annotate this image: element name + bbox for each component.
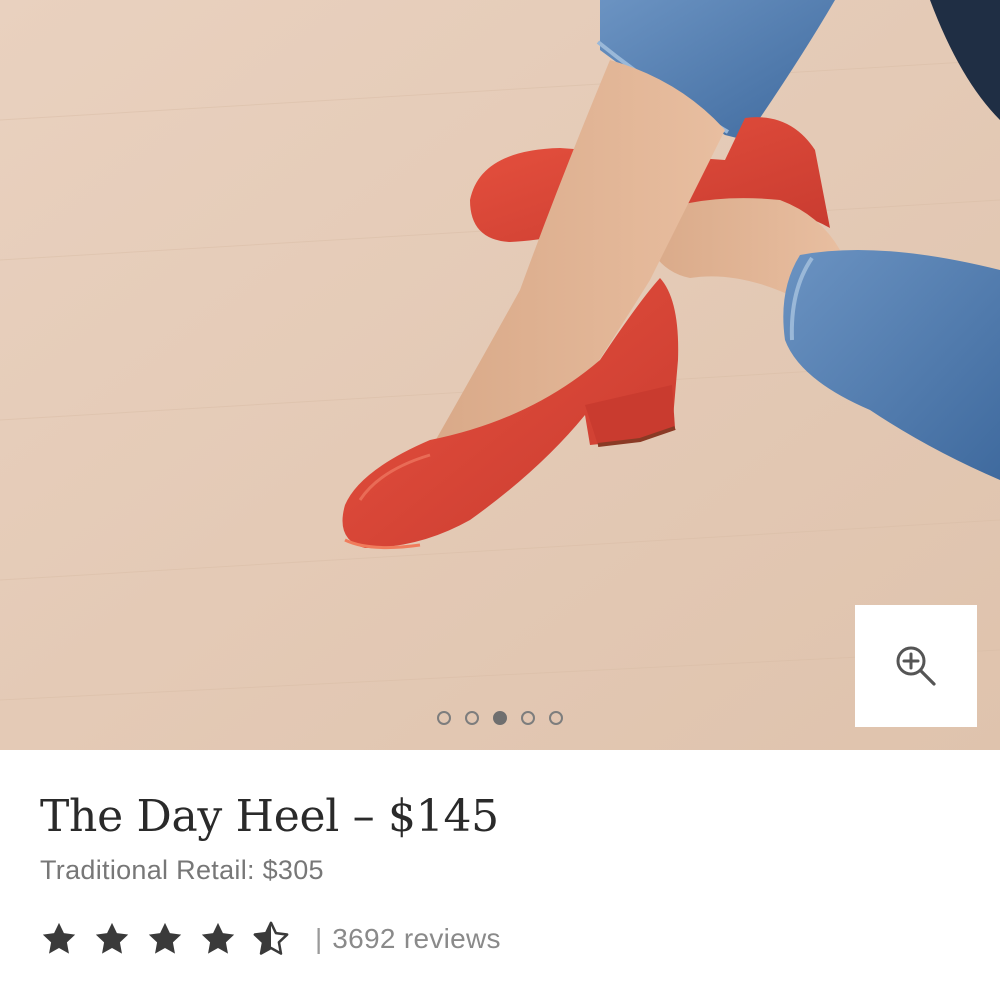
carousel-dot-2[interactable] <box>465 711 479 725</box>
carousel-dot-4[interactable] <box>521 711 535 725</box>
rating-row[interactable]: | 3692 reviews <box>40 918 501 960</box>
star-filled-icon <box>95 922 129 954</box>
carousel-dot-3[interactable] <box>493 711 507 725</box>
carousel-dot-5[interactable] <box>549 711 563 725</box>
zoom-button[interactable] <box>855 605 977 727</box>
zoom-in-icon <box>896 646 936 686</box>
rating-divider: | <box>315 923 323 954</box>
product-title: The Day Heel – $145 <box>40 791 499 842</box>
star-filled-icon <box>148 922 182 954</box>
carousel-pagination <box>0 711 1000 731</box>
star-half-icon <box>253 921 289 955</box>
star-filled-icon <box>201 922 235 954</box>
product-info: The Day Heel – $145 Traditional Retail: … <box>40 750 960 1000</box>
product-image[interactable] <box>0 0 1000 750</box>
star-filled-icon <box>42 922 76 954</box>
product-photo <box>0 0 1000 750</box>
reviews-link[interactable]: 3692 reviews <box>332 923 501 955</box>
product-page: The Day Heel – $145 Traditional Retail: … <box>0 0 1000 1000</box>
traditional-retail-price: Traditional Retail: $305 <box>40 855 324 885</box>
carousel-dot-1[interactable] <box>437 711 451 725</box>
